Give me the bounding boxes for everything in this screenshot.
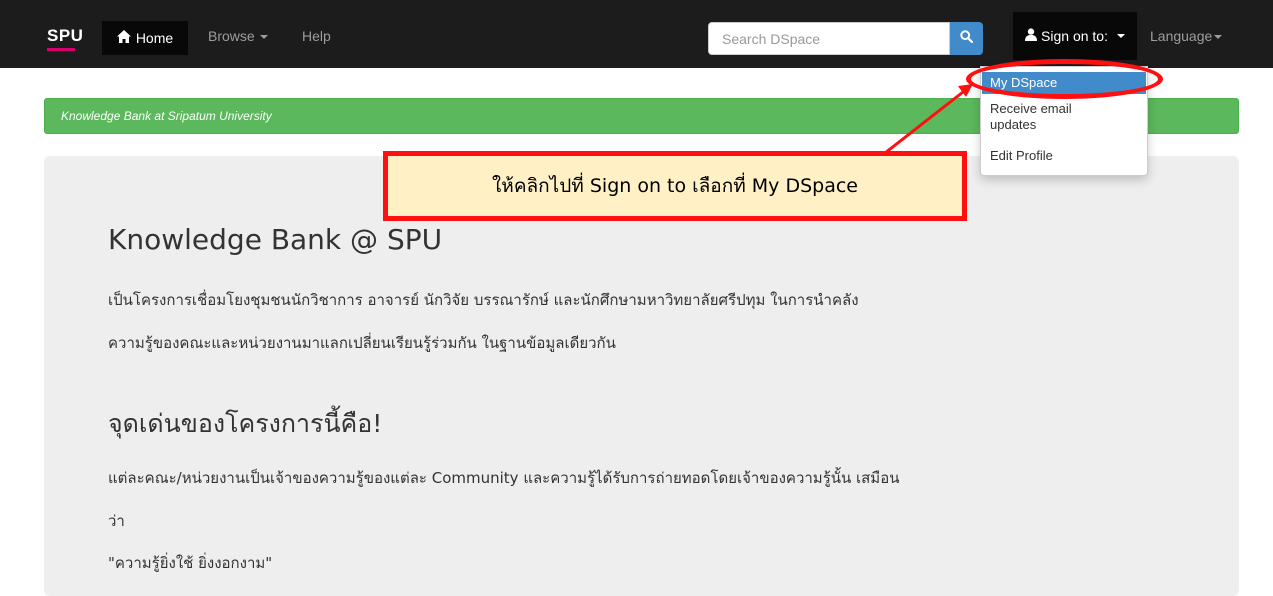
sign-on-dropdown[interactable]: Sign on to:	[1013, 12, 1137, 60]
nav-help-link[interactable]: Help	[302, 28, 331, 44]
language-label: Language	[1150, 28, 1213, 44]
nav-home-label: Home	[135, 30, 174, 46]
menu-item-edit-profile[interactable]: Edit Profile	[990, 148, 1053, 164]
sign-on-label: Sign on to:	[1041, 28, 1108, 44]
spu-logo[interactable]: SPU	[36, 18, 90, 54]
highlight-ellipse	[966, 59, 1163, 99]
intro-line-1: เป็นโครงการเชื่อมโยงชุมชนนักวิชาการ อาจา…	[108, 291, 859, 309]
search-icon	[960, 29, 974, 48]
menu-item-receive-email-line-2: updates	[990, 117, 1037, 132]
highlight-line-2: ว่า	[108, 512, 125, 530]
intro-jumbotron	[44, 156, 1239, 596]
nav-browse-label: Browse	[208, 28, 255, 44]
caret-down-icon	[1116, 34, 1125, 38]
nav-browse-dropdown[interactable]: Browse	[208, 28, 268, 44]
brand-text: SPU	[47, 26, 84, 45]
search-input[interactable]	[708, 22, 950, 55]
intro-line-2: ความรู้ของคณะและหน่วยงานมาแลกเปลี่ยนเรีย…	[108, 334, 616, 352]
caret-down-icon	[1214, 35, 1223, 40]
quote-text: "ความรู้ยิ่งใช้ ยิ่งงอกงาม"	[108, 554, 273, 572]
user-icon	[1025, 28, 1038, 44]
search-button[interactable]	[950, 22, 983, 55]
banner-text: Knowledge Bank at Sripatum University	[61, 109, 272, 123]
home-icon	[116, 30, 131, 46]
top-navbar: SPU Home Browse Help Sign on to: Languag…	[0, 0, 1273, 68]
menu-item-receive-email-line-1: Receive email	[990, 101, 1072, 116]
page-title: Knowledge Bank @ SPU	[108, 223, 443, 256]
highlight-line-1: แต่ละคณะ/หน่วยงานเป็นเจ้าของความรู้ของแต…	[108, 469, 900, 487]
brand-underline	[47, 48, 75, 51]
nav-home-link[interactable]: Home	[102, 21, 188, 55]
nav-help-label: Help	[302, 28, 331, 44]
highlight-heading: จุดเด่นของโครงการนี้คือ!	[108, 409, 383, 438]
language-dropdown[interactable]: Language	[1150, 28, 1223, 44]
menu-item-receive-email-updates[interactable]: Receive email updates	[990, 101, 1072, 133]
instruction-text: ให้คลิกไปที่ Sign on to เลือกที่ My DSpa…	[492, 175, 858, 197]
caret-down-icon	[259, 35, 268, 40]
instruction-callout: ให้คลิกไปที่ Sign on to เลือกที่ My DSpa…	[383, 151, 967, 221]
